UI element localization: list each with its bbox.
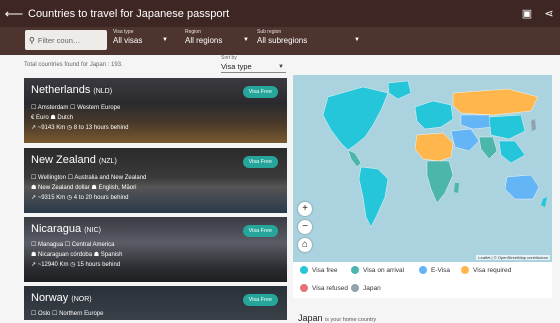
home-icon[interactable]: ⌂ xyxy=(298,238,312,252)
map-region-japan xyxy=(531,119,536,131)
map-region-central-america xyxy=(347,149,362,168)
country-distance-time: ↗ ~9315 Km ◷ 4 to 20 hours behind xyxy=(31,195,129,201)
map-region-australia xyxy=(504,174,540,200)
legend-dot xyxy=(351,266,359,274)
legend-item: E-Visa xyxy=(419,266,450,274)
visa-badge: Visa Free xyxy=(242,225,278,237)
legend-dot xyxy=(461,266,469,274)
legend-dot xyxy=(351,284,359,292)
map-region-south-africa xyxy=(426,160,454,204)
country-card[interactable]: New Zealand (NZL) ☐ Wellington ☐ Austral… xyxy=(24,148,287,213)
map-region-south-asia xyxy=(478,136,498,160)
map-attribution[interactable]: Leaflet | © OpenStreetMap contributors xyxy=(476,255,550,260)
share-icon[interactable]: ⋖ xyxy=(538,7,560,20)
subregion-label: Sub region xyxy=(257,29,282,35)
chevron-down-icon: ▼ xyxy=(243,37,249,43)
country-currency-language: € Euro ☗ Dutch xyxy=(31,115,74,121)
total-count: Total countries found for Japan : 193. xyxy=(24,62,123,68)
visa-type-label: Visa type xyxy=(113,29,134,35)
map-region-south-america xyxy=(358,166,389,228)
chevron-down-icon: ▼ xyxy=(278,64,284,70)
legend-dot xyxy=(300,284,308,292)
country-currency-language: ☗ Nicaraguan córdoba ☗ Spanish xyxy=(31,252,123,258)
legend-item: Visa refused xyxy=(300,284,348,292)
app-bar: ⟵ Countries to travel for Japanese passp… xyxy=(0,0,560,27)
map-region-madagascar xyxy=(454,183,459,193)
map-region-china xyxy=(488,114,526,140)
home-country-text: Japan is your home country xyxy=(298,313,376,323)
sort-label: Sort by xyxy=(221,55,237,61)
world-map[interactable]: + − ⌂ Leaflet | © OpenStreetMap contribu… xyxy=(293,75,552,262)
visa-badge: Visa Free xyxy=(242,294,278,306)
region-value: All regions xyxy=(185,36,223,45)
country-location: ☐ Oslo ☐ Northern Europe xyxy=(31,311,104,317)
legend-dot xyxy=(419,266,427,274)
visa-type-select[interactable]: Visa type All visas ▼ xyxy=(113,29,168,45)
home-country-name: Japan xyxy=(298,313,323,323)
map-region-russia xyxy=(452,88,539,116)
home-country-sub: is your home country xyxy=(325,317,377,323)
map-region-north-america xyxy=(322,86,389,151)
map-region-southeast-asia xyxy=(498,140,526,164)
map-region-central-asia xyxy=(460,114,494,130)
subregion-select[interactable]: Sub region All subregions ▼ xyxy=(257,29,360,45)
country-location: ☐ Amsterdam ☐ Western Europe xyxy=(31,105,121,111)
map-legend: Visa free Visa on arrival E-Visa Visa re… xyxy=(293,262,552,298)
world-map-svg xyxy=(322,80,547,228)
visa-badge: Visa Free xyxy=(242,156,278,168)
country-card[interactable]: Nicaragua (NIC) ☐ Managua ☐ Central Amer… xyxy=(24,217,287,282)
page-title: Countries to travel for Japanese passpor… xyxy=(28,7,230,20)
subregion-value: All subregions xyxy=(257,36,308,45)
legend-item: Visa on arrival xyxy=(351,266,404,274)
country-location: ☐ Managua ☐ Central America xyxy=(31,242,115,248)
map-region-new-zealand xyxy=(541,197,547,207)
map-region-greenland xyxy=(387,80,412,100)
legend-item: Visa required xyxy=(461,266,511,274)
map-region-europe xyxy=(414,100,454,130)
country-distance-time: ↗ ~12940 Km ◷ 15 hours behind xyxy=(31,262,121,268)
search-placeholder: Filter coun… xyxy=(37,35,81,45)
country-name: Norway (NOR) xyxy=(31,292,92,304)
chevron-down-icon: ▼ xyxy=(354,37,360,43)
region-label: Region xyxy=(185,29,201,35)
visa-type-value: All visas xyxy=(113,36,143,45)
search-icon: ⚲ xyxy=(29,35,35,45)
map-icon[interactable]: ▣ xyxy=(516,7,538,20)
map-region-north-africa xyxy=(414,132,454,162)
filter-bar: ⚲ Filter coun… Visa type All visas ▼ Reg… xyxy=(0,27,560,55)
sort-value: Visa type xyxy=(221,62,286,73)
legend-item: Japan xyxy=(351,284,381,292)
country-distance-time: ↗ ~9143 Km ◷ 8 to 13 hours behind xyxy=(31,125,129,131)
country-currency-language: ☗ New Zealand dollar ☗ English, Māori xyxy=(31,185,137,191)
map-region-middle-east xyxy=(450,128,480,152)
legend-item: Visa free xyxy=(300,266,338,274)
search-input[interactable]: ⚲ Filter coun… xyxy=(25,30,107,50)
sort-select[interactable]: Sort by Visa type ▼ xyxy=(221,55,286,73)
back-arrow-icon[interactable]: ⟵ xyxy=(0,6,28,22)
region-select[interactable]: Region All regions ▼ xyxy=(185,29,249,45)
country-name: Netherlands (NLD) xyxy=(31,84,113,96)
country-card[interactable]: Norway (NOR) ☐ Oslo ☐ Northern Europe Vi… xyxy=(24,286,287,320)
country-card[interactable]: Netherlands (NLD) ☐ Amsterdam ☐ Western … xyxy=(24,78,287,143)
zoom-in-button[interactable]: + xyxy=(298,202,312,216)
country-name: Nicaragua (NIC) xyxy=(31,223,101,235)
country-name: New Zealand (NZL) xyxy=(31,154,117,166)
legend-dot xyxy=(300,266,308,274)
visa-badge: Visa Free xyxy=(242,86,278,98)
chevron-down-icon: ▼ xyxy=(162,37,168,43)
zoom-out-button[interactable]: − xyxy=(298,220,312,234)
country-location: ☐ Wellington ☐ Australia and New Zealand xyxy=(31,175,147,181)
